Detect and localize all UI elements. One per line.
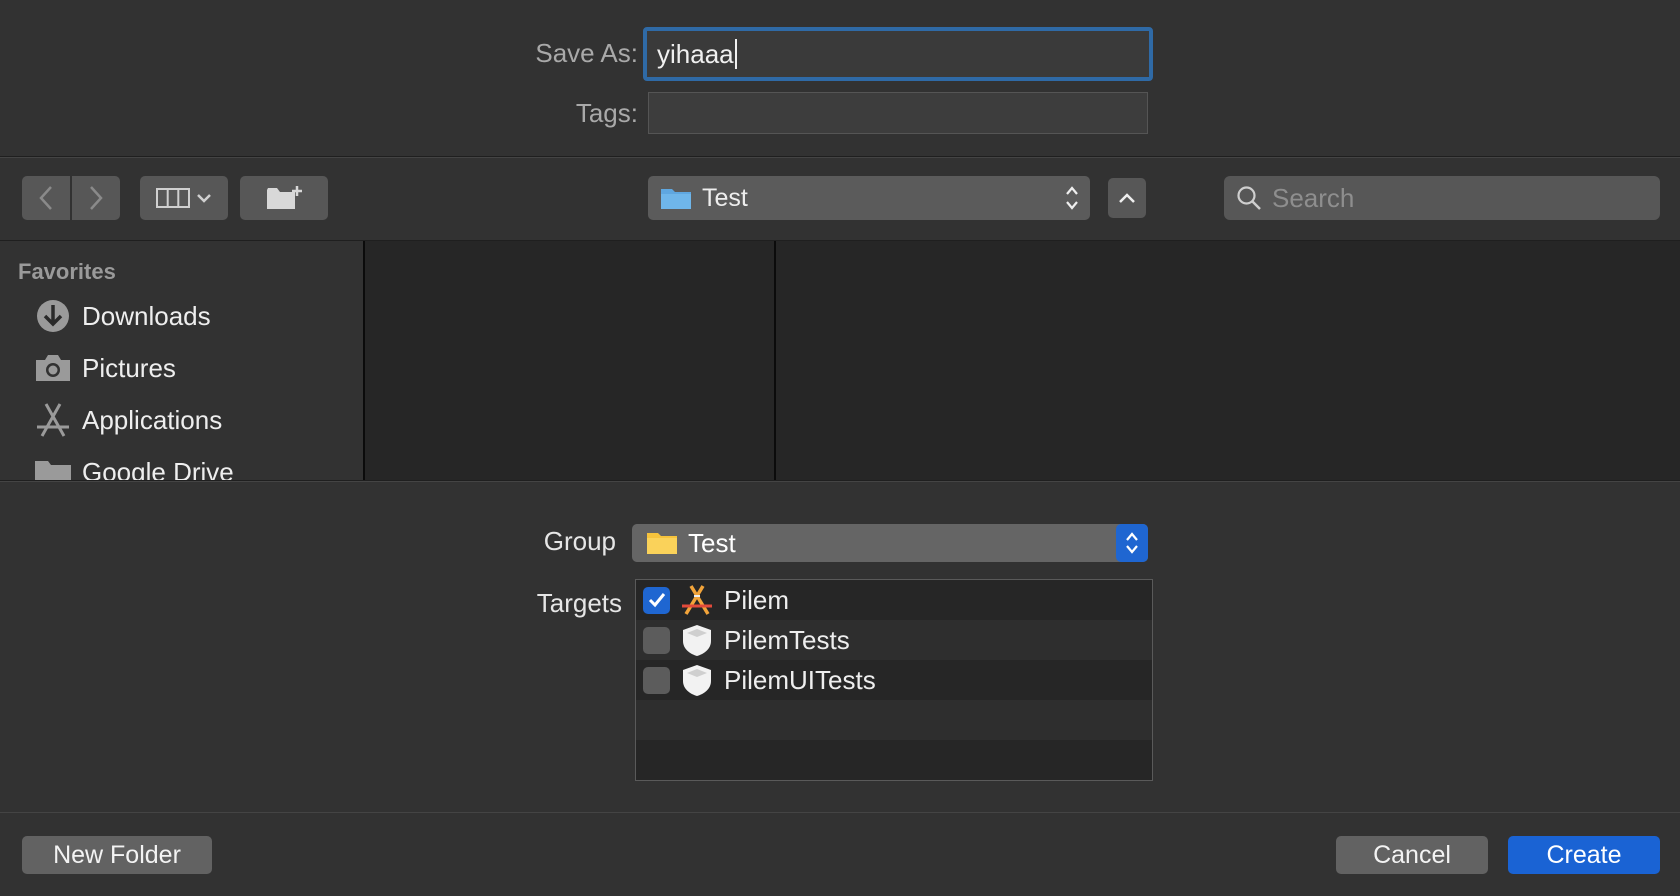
- applications-icon: [37, 403, 69, 437]
- location-label: Test: [702, 183, 748, 212]
- new-folder-icon: [267, 186, 302, 209]
- sidebar-item-label: Applications: [82, 404, 223, 435]
- chevron-right-icon: [90, 186, 103, 210]
- target-checkbox[interactable]: [643, 626, 670, 654]
- test-target-icon: [683, 625, 711, 656]
- create-button[interactable]: Create: [1508, 836, 1660, 874]
- save-as-label: Save As:: [535, 38, 638, 68]
- group-value: Test: [688, 527, 736, 558]
- back-forward-group: [22, 176, 120, 220]
- forward-button[interactable]: [72, 176, 120, 220]
- new-folder-toolbar-button[interactable]: [240, 176, 328, 220]
- location-popup[interactable]: Test: [648, 176, 1090, 220]
- tags-input[interactable]: [648, 92, 1148, 134]
- divider: [0, 812, 1680, 813]
- back-button[interactable]: [22, 176, 70, 220]
- target-label: Pilem: [724, 584, 790, 615]
- test-target-icon: [683, 665, 711, 696]
- new-folder-button[interactable]: New Folder: [22, 836, 212, 874]
- sidebar-item-label: Pictures: [82, 352, 176, 383]
- search-icon: [1237, 186, 1261, 210]
- sidebar-item-pictures[interactable]: Pictures: [34, 348, 176, 388]
- collapse-button[interactable]: [1108, 178, 1146, 218]
- folder-icon: [35, 461, 71, 480]
- targets-list: Pilem PilemTests PilemUITests: [635, 579, 1153, 781]
- empty-row: [636, 700, 1152, 740]
- target-label: PilemTests: [724, 624, 850, 655]
- save-as-value: yihaaa: [657, 38, 734, 69]
- target-row-pilemtests[interactable]: PilemTests: [636, 620, 1152, 660]
- save-as-input[interactable]: yihaaa: [643, 27, 1153, 81]
- cancel-button[interactable]: Cancel: [1336, 836, 1488, 874]
- chevron-up-icon: [1119, 193, 1135, 203]
- target-row-pilem[interactable]: Pilem: [636, 580, 1152, 620]
- tags-label: Tags:: [575, 98, 638, 128]
- columns-view-icon: [156, 188, 190, 208]
- sidebar-section-title: Favorites: [18, 259, 116, 284]
- sidebar-item-downloads[interactable]: Downloads: [34, 296, 211, 336]
- divider: [0, 157, 1680, 158]
- sidebar-item-label: Google Drive: [82, 456, 234, 481]
- group-popup[interactable]: Test: [632, 524, 1148, 562]
- folder-icon: [647, 533, 677, 554]
- target-checkbox[interactable]: [643, 666, 670, 694]
- search-placeholder: Search: [1272, 182, 1355, 213]
- view-mode-button[interactable]: [140, 176, 228, 220]
- chevron-down-icon: [197, 194, 211, 203]
- target-label: PilemUITests: [724, 664, 876, 695]
- updown-arrows-icon: [1066, 186, 1078, 210]
- search-field[interactable]: Search: [1224, 176, 1660, 220]
- target-row-pilemuitests[interactable]: PilemUITests: [636, 660, 1152, 700]
- targets-label: Targets: [536, 588, 622, 618]
- browser-column[interactable]: [776, 241, 1680, 480]
- divider: [0, 481, 1680, 482]
- camera-icon: [36, 355, 70, 381]
- browser-column[interactable]: [363, 241, 776, 480]
- sidebar-item-applications[interactable]: Applications: [34, 400, 222, 440]
- chevron-left-icon: [39, 186, 52, 210]
- text-caret: [734, 39, 737, 69]
- sidebar: Favorites Downloads Pictures Application…: [0, 241, 364, 480]
- group-label: Group: [543, 526, 616, 556]
- folder-icon: [661, 189, 691, 209]
- checkmark-icon: [648, 593, 665, 608]
- download-icon: [37, 300, 69, 332]
- updown-arrows-icon: [1126, 532, 1138, 554]
- sidebar-item-label: Downloads: [82, 300, 211, 331]
- group-popup-stepper[interactable]: [1116, 524, 1148, 562]
- target-checkbox[interactable]: [643, 586, 670, 614]
- sidebar-item-google-drive[interactable]: Google Drive: [34, 452, 234, 480]
- app-target-icon: [682, 585, 712, 615]
